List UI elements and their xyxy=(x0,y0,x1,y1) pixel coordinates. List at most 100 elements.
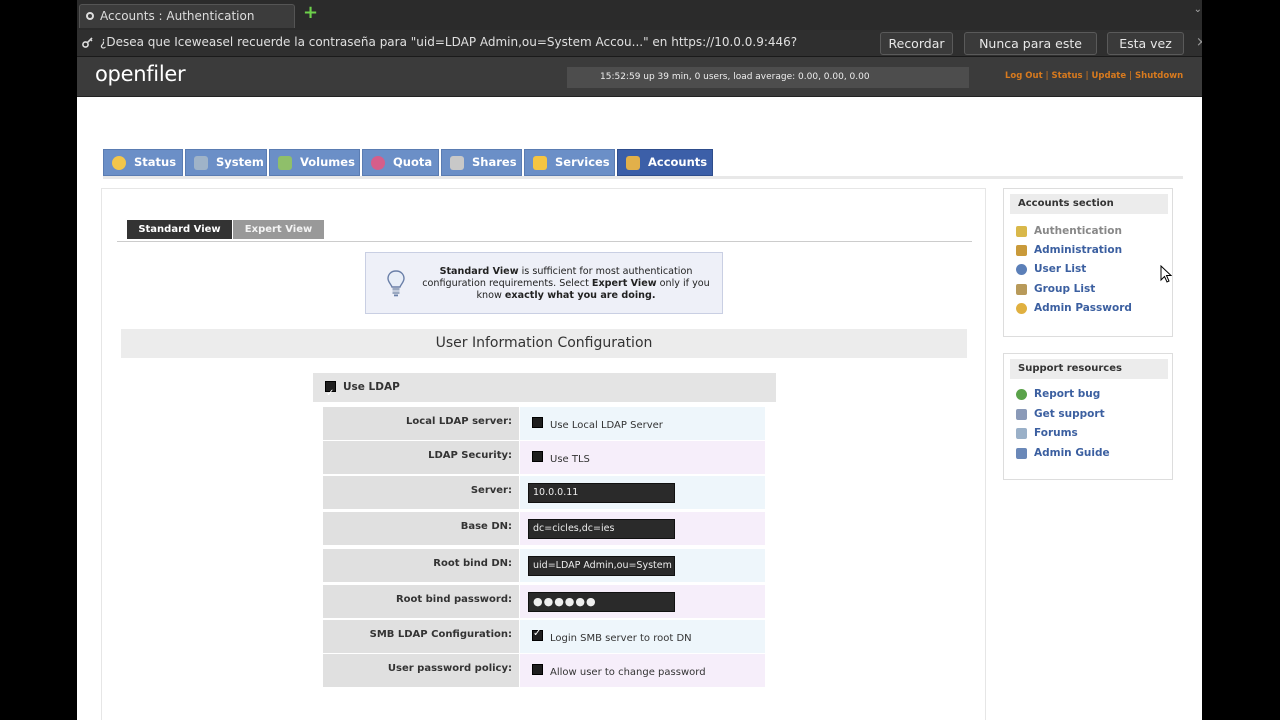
not-now-button[interactable]: Esta vez no xyxy=(1107,32,1184,72)
group-icon xyxy=(1016,284,1027,295)
form-label: SMB LDAP Configuration: xyxy=(323,620,519,653)
notification-text: ¿Desea que Iceweasel recuerde la contras… xyxy=(100,35,798,49)
sidebar-item-report-bug[interactable]: Report bug xyxy=(1016,388,1100,400)
tab-shares-label: Shares xyxy=(472,155,517,169)
monitor-icon xyxy=(194,156,208,170)
logout-link[interactable]: Log Out xyxy=(1005,71,1043,81)
user-icon xyxy=(1016,264,1027,275)
checkbox-label: Login SMB server to root DN xyxy=(550,633,692,644)
tab-services[interactable]: Services xyxy=(524,149,615,176)
form-value: Allow user to change password xyxy=(520,654,765,687)
form-row-smb-ldap: SMB LDAP Configuration: Login SMB server… xyxy=(323,620,765,653)
accounts-section-title: Accounts section xyxy=(1010,194,1168,214)
pie-icon xyxy=(371,156,385,170)
info-bold-standard: Standard View xyxy=(439,266,519,277)
use-ldap-label: Use LDAP xyxy=(343,381,400,393)
form-row-base-dn: Base DN: dc=cicles,dc=ies xyxy=(323,512,765,545)
sidebar-item-forums[interactable]: Forums xyxy=(1016,427,1078,439)
form-label: Root bind password: xyxy=(323,585,519,618)
openfiler-logo: openfiler xyxy=(95,62,186,86)
checkbox-label: Use Local LDAP Server xyxy=(550,420,663,431)
form-value: Login SMB server to root DN xyxy=(520,620,765,653)
new-tab-button[interactable]: + xyxy=(303,3,318,23)
close-notification-icon[interactable]: × xyxy=(1196,30,1202,55)
lightbulb-icon xyxy=(387,270,405,297)
admin-icon xyxy=(1016,245,1027,256)
server-input[interactable]: 10.0.0.11 xyxy=(528,483,675,503)
users-icon xyxy=(626,156,640,170)
tab-status-label: Status xyxy=(134,155,177,169)
tab-bar: Accounts : Authentication + ⌄ xyxy=(77,0,1202,30)
status-link[interactable]: Status xyxy=(1052,71,1083,81)
tab-status[interactable]: Status xyxy=(103,149,183,176)
form-row-root-bind-password: Root bind password: ●●●●●● xyxy=(323,585,765,618)
key-icon xyxy=(1016,303,1027,314)
shutdown-link[interactable]: Shutdown xyxy=(1135,71,1183,81)
sidebar-item-administration[interactable]: Administration xyxy=(1016,244,1122,256)
key-icon xyxy=(82,37,93,48)
system-status-bar: 15:52:59 up 39 min, 0 users, load averag… xyxy=(567,67,969,88)
use-tls-checkbox[interactable] xyxy=(532,451,543,462)
support-icon xyxy=(1016,409,1027,420)
main-content: Standard View Expert View Standard View … xyxy=(101,188,986,720)
support-resources-box: Support resources Report bug Get support… xyxy=(1003,353,1173,480)
sidebar-item-label: Group List xyxy=(1034,283,1096,295)
tab-quota[interactable]: Quota xyxy=(362,149,439,176)
sidebar-item-admin-guide[interactable]: Admin Guide xyxy=(1016,447,1110,459)
lightning-icon xyxy=(533,156,547,170)
form-row-password-policy: User password policy: Allow user to chan… xyxy=(323,654,765,687)
standard-view-tab[interactable]: Standard View xyxy=(127,220,232,239)
support-resources-title: Support resources xyxy=(1010,359,1168,379)
sidebar-item-label: Report bug xyxy=(1034,388,1101,400)
use-ldap-checkbox[interactable] xyxy=(325,379,336,408)
remember-button[interactable]: Recordar xyxy=(880,32,953,55)
tab-list-chevron-icon[interactable]: ⌄ xyxy=(1194,4,1202,15)
allow-password-change-checkbox[interactable] xyxy=(532,664,543,675)
drive-icon xyxy=(450,156,464,170)
sun-icon xyxy=(112,156,126,170)
sidebar-item-user-list[interactable]: User List xyxy=(1016,263,1086,275)
sidebar-item-label: Authentication xyxy=(1034,225,1122,237)
form-label: Server: xyxy=(323,476,519,509)
root-bind-password-input[interactable]: ●●●●●● xyxy=(528,592,675,612)
sidebar-item-admin-password[interactable]: Admin Password xyxy=(1016,302,1132,314)
info-box: Standard View is sufficient for most aut… xyxy=(365,252,723,314)
info-bold-expert: Expert View xyxy=(591,278,657,289)
tab-system[interactable]: System xyxy=(185,149,267,176)
sidebar-item-get-support[interactable]: Get support xyxy=(1016,408,1105,420)
info-bold-exactly: exactly what you are doing. xyxy=(504,290,656,301)
checkbox-label: Use TLS xyxy=(550,454,590,465)
mouse-cursor-icon xyxy=(1160,265,1172,283)
form-label: Local LDAP server: xyxy=(323,407,519,440)
sidebar-item-group-list[interactable]: Group List xyxy=(1016,283,1095,295)
form-value: Use TLS xyxy=(520,441,765,474)
tab-accounts[interactable]: Accounts xyxy=(617,149,713,176)
sidebar-item-label: Admin Password xyxy=(1034,302,1132,314)
tab-system-label: System xyxy=(216,155,264,169)
tab-services-label: Services xyxy=(555,155,610,169)
form-value: 10.0.0.11 xyxy=(520,476,765,509)
base-dn-input[interactable]: dc=cicles,dc=ies xyxy=(528,519,675,539)
tab-shares[interactable]: Shares xyxy=(441,149,522,176)
sidebar-item-authentication[interactable]: Authentication xyxy=(1016,225,1122,237)
smb-login-checkbox[interactable] xyxy=(532,628,543,641)
sidebar-item-label: Get support xyxy=(1034,408,1105,420)
section-title: User Information Configuration xyxy=(121,329,967,358)
tab-quota-label: Quota xyxy=(393,155,433,169)
tab-volumes[interactable]: Volumes xyxy=(269,149,360,176)
update-link[interactable]: Update xyxy=(1092,71,1127,81)
lock-icon xyxy=(1016,226,1027,237)
form-label: User password policy: xyxy=(323,654,519,687)
header-links: Log Out | Status | Update | Shutdown xyxy=(1005,71,1184,81)
root-bind-dn-input[interactable]: uid=LDAP Admin,ou=System xyxy=(528,556,675,576)
sidebar-item-label: Admin Guide xyxy=(1034,447,1110,459)
sidebar-item-label: User List xyxy=(1034,263,1087,275)
form-row-ldap-security: LDAP Security: Use TLS xyxy=(323,441,765,474)
nav-divider xyxy=(103,176,1183,179)
tab-title: Accounts : Authentication xyxy=(100,9,255,23)
never-for-site-button[interactable]: Nunca para este sitio xyxy=(964,32,1097,72)
use-local-ldap-checkbox[interactable] xyxy=(532,417,543,428)
use-ldap-header: Use LDAP xyxy=(313,373,776,408)
browser-tab[interactable]: Accounts : Authentication xyxy=(79,4,295,28)
expert-view-tab[interactable]: Expert View xyxy=(233,220,324,239)
